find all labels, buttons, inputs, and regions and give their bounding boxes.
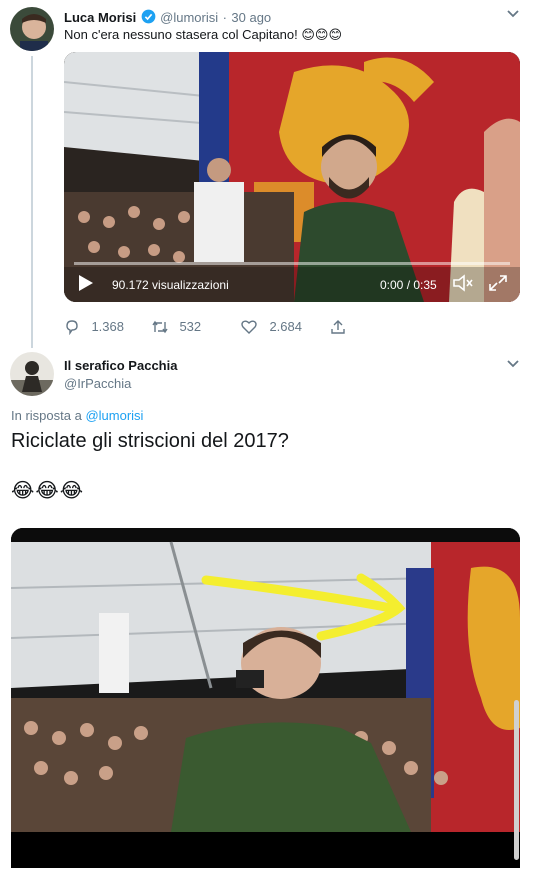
share-icon [331, 319, 345, 334]
verified-badge-icon [141, 9, 160, 26]
like-button[interactable]: 2.684 [241, 318, 302, 336]
avatar[interactable] [10, 352, 54, 396]
author-handle[interactable]: @lumorisi [160, 10, 218, 25]
reply-to-link[interactable]: @lumorisi [85, 408, 143, 423]
reply-context: In risposta a @lumorisi [11, 408, 143, 423]
video-frame [11, 528, 520, 868]
like-count: 2.684 [269, 319, 302, 334]
tweet-header: Luca Morisi @lumorisi · 30 ago [64, 9, 271, 27]
reply-count: 1.368 [91, 319, 124, 334]
video-frame [64, 52, 520, 302]
thread-line [31, 56, 33, 348]
author-handle[interactable]: @IrPacchia [64, 376, 131, 391]
reply-prefix: In risposta a [11, 408, 82, 423]
video-player[interactable]: 90.172 visualizzazioni 0:00 / 0:35 [64, 52, 520, 302]
avatar[interactable] [10, 7, 54, 51]
view-count: 90.172 visualizzazioni [112, 278, 229, 292]
retweet-icon [152, 320, 168, 334]
author-name[interactable]: Luca Morisi [64, 10, 136, 25]
share-button[interactable] [330, 318, 346, 336]
play-icon[interactable] [78, 274, 94, 297]
tweet-emojis: 😂😂😂 [11, 480, 85, 502]
chevron-down-icon[interactable] [506, 6, 520, 23]
fullscreen-icon[interactable] [488, 274, 508, 297]
video-player[interactable] [11, 528, 520, 868]
retweet-count: 532 [179, 319, 202, 334]
retweet-button[interactable]: 532 [151, 318, 201, 336]
scrollbar[interactable] [514, 700, 519, 860]
reply-icon [66, 320, 78, 335]
volume-icon[interactable] [452, 274, 474, 297]
separator-dot: · [222, 10, 227, 25]
reply-button[interactable]: 1.368 [64, 318, 124, 336]
tweet-text: Non c'era nessuno stasera col Capitano! … [64, 27, 342, 42]
heart-icon [241, 320, 257, 334]
tweet-text: Riciclate gli striscioni del 2017? [11, 430, 289, 452]
author-name[interactable]: Il serafico Pacchia [64, 358, 177, 373]
tweet-time[interactable]: 30 ago [231, 10, 271, 25]
chevron-down-icon[interactable] [506, 356, 520, 373]
video-time: 0:00 / 0:35 [380, 278, 437, 292]
